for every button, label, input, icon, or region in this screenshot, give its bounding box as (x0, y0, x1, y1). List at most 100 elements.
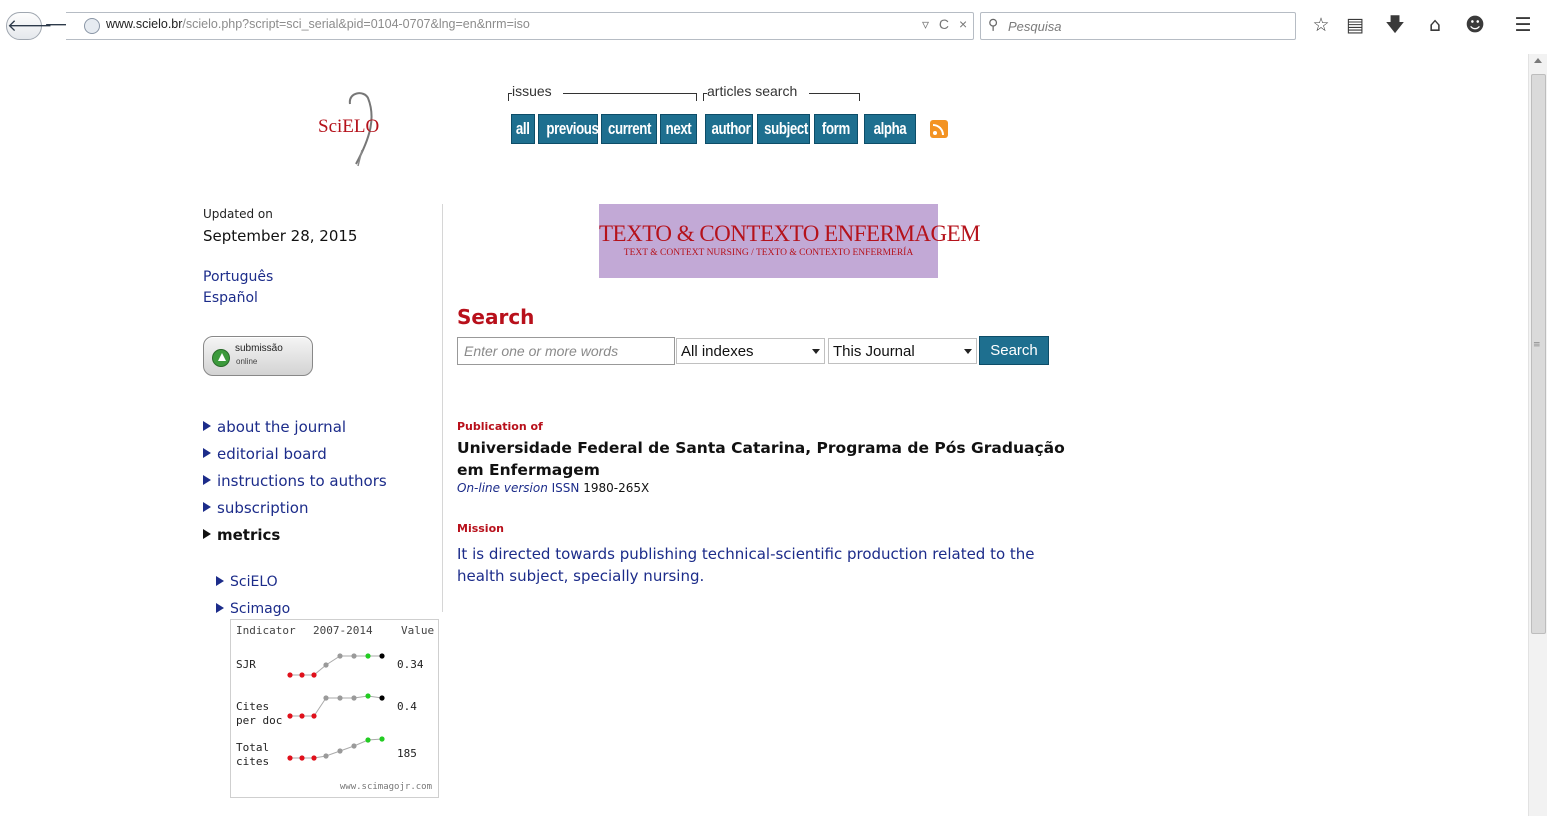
scope-select-value: This Journal (833, 343, 915, 360)
sparkline-point (365, 653, 371, 659)
issues-bracket-left (508, 93, 509, 101)
index-select-value: All indexes (681, 343, 754, 360)
issues-previous-button[interactable]: previous (538, 114, 599, 144)
download-icon[interactable]: 🡇 (1384, 13, 1406, 37)
scroll-up-arrow-icon[interactable] (1534, 58, 1542, 63)
url-text[interactable]: www.scielo.br/scielo.php?script=sci_seri… (106, 17, 530, 31)
issues-next-button[interactable]: next (660, 114, 697, 144)
issues-bracket-right (696, 93, 697, 101)
sparkline-point (323, 695, 329, 701)
url-actions: ▿ C × (922, 16, 973, 33)
issues-current-button[interactable]: current (601, 114, 657, 144)
triangle-right-icon (203, 475, 211, 485)
issn-label: ISSN (551, 481, 580, 495)
home-icon[interactable]: ⌂ (1424, 13, 1446, 37)
menu-metrics[interactable]: metrics (203, 526, 280, 544)
language-link-spanish[interactable]: Español (203, 290, 258, 306)
updated-date: September 28, 2015 (203, 227, 358, 245)
scielo-logo-text[interactable]: SciELO (318, 116, 379, 138)
mission-label: Mission (457, 522, 504, 535)
sparkline-point (311, 672, 317, 678)
issues-label: issues (512, 83, 552, 99)
alpha-button[interactable]: alpha (864, 114, 916, 144)
rss-feed-icon[interactable] (930, 120, 948, 138)
sparkline-point (351, 743, 357, 749)
scimago-widget[interactable]: Indicator 2007-2014 Value SJR Cites per … (230, 619, 439, 798)
vertical-scrollbar[interactable]: ≡ (1528, 54, 1547, 816)
banner-subtitle: TEXT & CONTEXT NURSING / TEXTO & CONTEXT… (623, 248, 914, 258)
sparkline-point (337, 748, 343, 754)
back-arrow-icon: 🡐 (7, 16, 53, 36)
issues-bracket-line (563, 93, 696, 94)
stop-icon[interactable]: × (959, 16, 967, 32)
scrollbar-thumb[interactable] (1531, 74, 1546, 634)
browser-search-placeholder: Pesquisa (1008, 19, 1062, 34)
search-heading: Search (457, 305, 535, 329)
sparkline-point (299, 713, 305, 719)
chat-icon[interactable]: ☻ (1464, 13, 1486, 37)
sparkline-point (351, 653, 357, 659)
metrics-scimago-link[interactable]: Scimago (216, 601, 290, 617)
column-divider (442, 204, 443, 612)
upload-arrow-icon (212, 349, 230, 367)
articles-bracket-start (703, 93, 707, 94)
submission-label: submissão (235, 343, 283, 354)
search-button[interactable]: Search (979, 336, 1049, 365)
metrics-scielo-link[interactable]: SciELO (216, 574, 278, 590)
sparkline-point (299, 755, 305, 761)
bookmark-star-icon[interactable]: ☆ (1310, 13, 1332, 37)
issues-all-button[interactable]: all (511, 114, 535, 144)
issn-line: On-line version ISSN 1980-265X (457, 481, 649, 495)
sparkline-point (287, 713, 293, 719)
sparkline-point (337, 653, 343, 659)
sparkline-point (365, 693, 371, 699)
dropdown-history-icon[interactable]: ▿ (922, 16, 929, 32)
issues-bracket-start (508, 93, 512, 94)
language-link-portuguese[interactable]: Português (203, 269, 273, 285)
triangle-right-icon (203, 448, 211, 458)
reload-icon[interactable]: C (939, 16, 949, 32)
forward-button[interactable]: 🡒 (44, 12, 90, 40)
articles-bracket-left (703, 93, 704, 101)
sparkline-point (287, 672, 293, 678)
online-label: online (236, 357, 258, 366)
menu-subscription[interactable]: subscription (203, 499, 309, 517)
reading-list-icon[interactable]: ▤ (1344, 13, 1366, 37)
publication-of-label: Publication of (457, 420, 543, 433)
index-select[interactable]: All indexes (676, 338, 825, 364)
journal-banner: TEXTO & CONTEXTO ENFERMAGEM TEXT & CONTE… (599, 204, 981, 278)
globe-icon (84, 18, 100, 34)
sparkline-point (379, 736, 385, 742)
scope-select[interactable]: This Journal (828, 338, 977, 364)
menu-about-journal[interactable]: about the journal (203, 418, 346, 436)
scimago-sparklines (287, 653, 385, 761)
sparkline-point (323, 662, 329, 668)
scrollbar-grip-icon: ≡ (1533, 340, 1541, 350)
triangle-right-icon (216, 576, 224, 586)
sparkline-point (379, 653, 385, 659)
sparkline-point (379, 695, 385, 701)
search-form-button[interactable]: form (814, 114, 858, 144)
triangle-right-icon (203, 421, 211, 431)
articles-bracket-right (859, 93, 860, 101)
mission-text: It is directed towards publishing techni… (457, 545, 1035, 585)
menu-editorial-board[interactable]: editorial board (203, 445, 327, 463)
search-author-button[interactable]: author (705, 114, 753, 144)
browser-search-box[interactable]: ⚲ Pesquisa (980, 12, 1296, 40)
sparkline-point (311, 755, 317, 761)
articles-search-label: articles search (707, 83, 798, 99)
online-submission-button[interactable]: submissão online (203, 336, 313, 376)
menu-instructions-to-authors[interactable]: instructions to authors (203, 472, 387, 490)
back-button[interactable]: 🡐 (6, 12, 53, 40)
sparkline-point (323, 753, 329, 759)
search-input[interactable]: Enter one or more words (457, 337, 675, 365)
triangle-right-icon (203, 502, 211, 512)
online-version-label: On-line version (457, 481, 548, 495)
publisher-name: Universidade Federal de Santa Catarina, … (457, 439, 1065, 479)
menu-icon[interactable]: ☰ (1512, 13, 1534, 37)
sparkline-point (337, 695, 343, 701)
sparkline-point (287, 755, 293, 761)
search-icon: ⚲ (988, 17, 999, 33)
search-subject-button[interactable]: subject (757, 114, 810, 144)
scimago-footer-link[interactable]: www.scimagojr.com (340, 782, 432, 792)
